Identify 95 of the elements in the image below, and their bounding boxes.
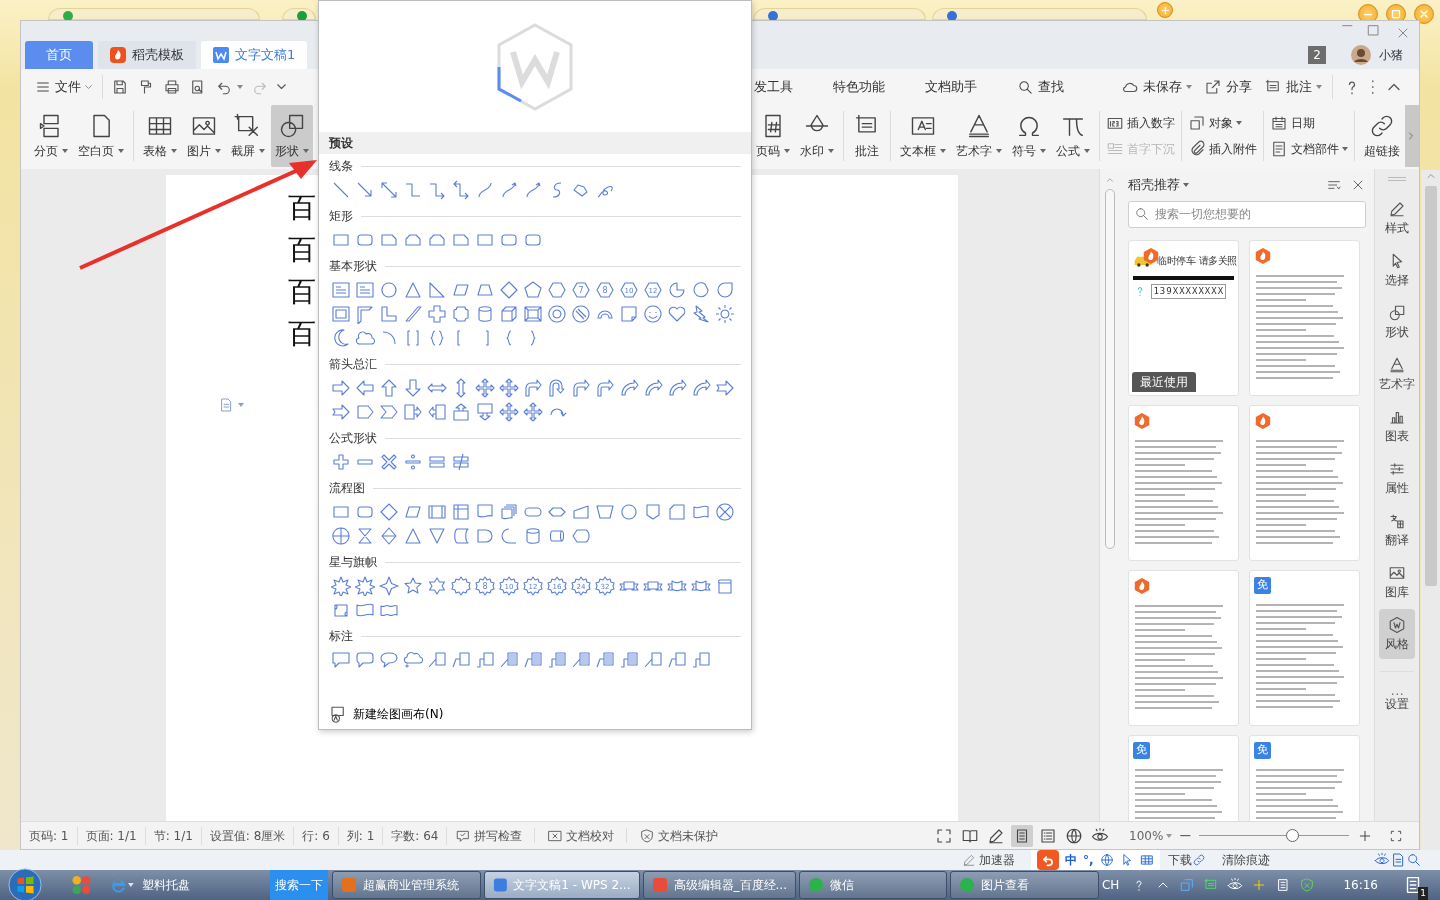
section-title: 矩形	[329, 204, 741, 228]
status-text: 设置值: 8厘米	[201, 826, 295, 845]
status-text: 行: 6	[294, 826, 339, 845]
find-button[interactable]: 查找	[1011, 77, 1070, 97]
user-name[interactable]: 小猪	[1379, 46, 1403, 64]
input-mode-text[interactable]: °,	[1083, 851, 1094, 869]
language-indicator[interactable]: CH	[1101, 876, 1120, 894]
status-text: 页码: 1	[21, 826, 78, 845]
template-text: 临时停车	[1157, 253, 1196, 268]
numbered-hexagon-icon[interactable]: 8	[595, 280, 615, 300]
side-tool[interactable]: 选择	[1379, 245, 1416, 295]
notification-count: 2	[1308, 46, 1326, 64]
side-tool[interactable]: 图库	[1379, 557, 1416, 607]
toolbar-button[interactable]: 未保存	[1115, 77, 1199, 97]
ribbon-button[interactable]: 页码	[752, 105, 794, 167]
ribbon-button[interactable]: 插入数字	[1106, 114, 1175, 132]
section-title: 流程图	[329, 476, 741, 500]
ribbon-button[interactable]: 艺术字	[952, 105, 1006, 167]
ribbon-button[interactable]: 插入附件	[1188, 140, 1257, 158]
status-button[interactable]: 文档未保护	[631, 826, 727, 845]
ribbon-button[interactable]: 截屏	[227, 105, 269, 167]
status-button[interactable]: 文档校对	[539, 826, 623, 845]
template-card[interactable]: 免	[1128, 734, 1240, 821]
clear-traces-link[interactable]: 清除痕迹	[1221, 851, 1270, 869]
ribbon-button[interactable]: 公式	[1052, 105, 1094, 167]
ribbon-button[interactable]: 文档部件	[1270, 140, 1348, 158]
menu-tab[interactable]: 特色功能	[827, 77, 891, 97]
side-tool[interactable]: 样式	[1379, 193, 1416, 243]
document-tab[interactable]: 稻壳模板	[98, 41, 196, 69]
side-tool[interactable]: 属性	[1379, 453, 1416, 503]
taskbar-button[interactable]: 高级编辑器_百度经...	[642, 871, 796, 899]
section-title: 星与旗帜	[329, 550, 741, 574]
section-title: 箭头总汇	[329, 352, 741, 376]
document-text: 百	[288, 232, 316, 268]
ribbon-button[interactable]: 表格	[139, 105, 181, 167]
ribbon-button[interactable]: 图片	[183, 105, 225, 167]
template-card[interactable]: 临时停车 请多关照 139XXXXXXXX 最近使用	[1128, 239, 1240, 396]
search-field[interactable]: 搜索一切您想要的	[1128, 200, 1367, 228]
file-menu[interactable]: 文件	[29, 77, 98, 97]
panel-title[interactable]: 稻壳推荐	[1128, 175, 1190, 195]
free-badge: 免	[1133, 741, 1151, 759]
section-title: 线条	[329, 154, 741, 178]
ribbon-button[interactable]: 文本框	[896, 105, 950, 167]
ribbon-button[interactable]: 形状	[271, 105, 313, 167]
section-title: 标注	[329, 624, 741, 648]
ribbon-button[interactable]: 空白页	[74, 105, 128, 167]
ribbon-button[interactable]: 批注	[849, 105, 885, 167]
ribbon-button[interactable]: 水印	[796, 105, 838, 167]
document-text: 百	[288, 274, 316, 310]
side-tool[interactable]: 艺术字	[1379, 349, 1416, 399]
document-text: 百	[288, 190, 316, 226]
accelerator-button[interactable]: 加速器	[962, 851, 1015, 869]
status-text: 页面: 1/1	[77, 826, 146, 845]
free-badge: 免	[1254, 576, 1272, 594]
taskbar-button[interactable]: 微信	[798, 871, 948, 899]
side-tool[interactable]: 风格	[1379, 609, 1416, 659]
status-text: 列: 1	[338, 826, 384, 845]
section-title: 公式形状	[329, 426, 741, 450]
status-button[interactable]: 拼写检查	[447, 826, 531, 845]
status-text: 字数: 64	[383, 826, 448, 845]
download-link[interactable]: 下载	[1167, 851, 1192, 869]
toolbar-button[interactable]: 分享	[1198, 77, 1259, 97]
ribbon-button[interactable]: 分页	[30, 105, 72, 167]
taskbar-button[interactable]: 图片查看	[950, 871, 1099, 899]
status-text: 节: 1/1	[145, 826, 202, 845]
ribbon-button[interactable]: 对象	[1188, 114, 1257, 132]
side-tool[interactable]: 形状	[1379, 297, 1416, 347]
numbered-seal-icon[interactable]: 8	[475, 576, 495, 596]
template-card[interactable]: 免	[1249, 569, 1361, 726]
side-tool[interactable]: 图表	[1379, 401, 1416, 451]
side-tool[interactable]: 翻译	[1379, 505, 1416, 555]
recent-label: 最近使用	[1132, 371, 1197, 392]
zoom-dropdown[interactable]: 100%	[1129, 826, 1173, 845]
toolbar-text[interactable]: 塑料托盘	[141, 876, 190, 894]
side-tool[interactable]: 设置	[1379, 678, 1416, 728]
section-title: 基本形状	[329, 254, 741, 278]
numbered-hexagon-icon[interactable]: 7	[571, 280, 591, 300]
input-method-bar[interactable]: 中 °,	[1031, 850, 1160, 870]
clock[interactable]: 16:16	[1343, 876, 1378, 894]
toolbar-button[interactable]: 批注	[1258, 77, 1329, 97]
free-badge: 免	[1254, 741, 1272, 759]
template-card[interactable]: 免	[1249, 734, 1361, 821]
document-text: 百	[288, 316, 316, 352]
template-text: 请多关照	[1199, 253, 1237, 268]
phone-number: 139XXXXXXXX	[1151, 283, 1227, 299]
menu-heading: 预设	[319, 132, 751, 154]
taskbar-button[interactable]: 超赢商业管理系统	[332, 871, 481, 899]
menu-tab[interactable]: 文档助手	[919, 77, 983, 97]
ribbon-button[interactable]: 符号	[1008, 105, 1050, 167]
ribbon-button[interactable]: 日期	[1270, 114, 1348, 132]
menu-tab[interactable]: 发工具	[748, 77, 799, 97]
document-tab[interactable]: 文字文稿1	[201, 41, 308, 69]
ribbon-button[interactable]: 超链接	[1360, 105, 1404, 167]
notification-count: 1	[1418, 886, 1428, 900]
input-mode-text[interactable]: 中	[1065, 851, 1077, 869]
